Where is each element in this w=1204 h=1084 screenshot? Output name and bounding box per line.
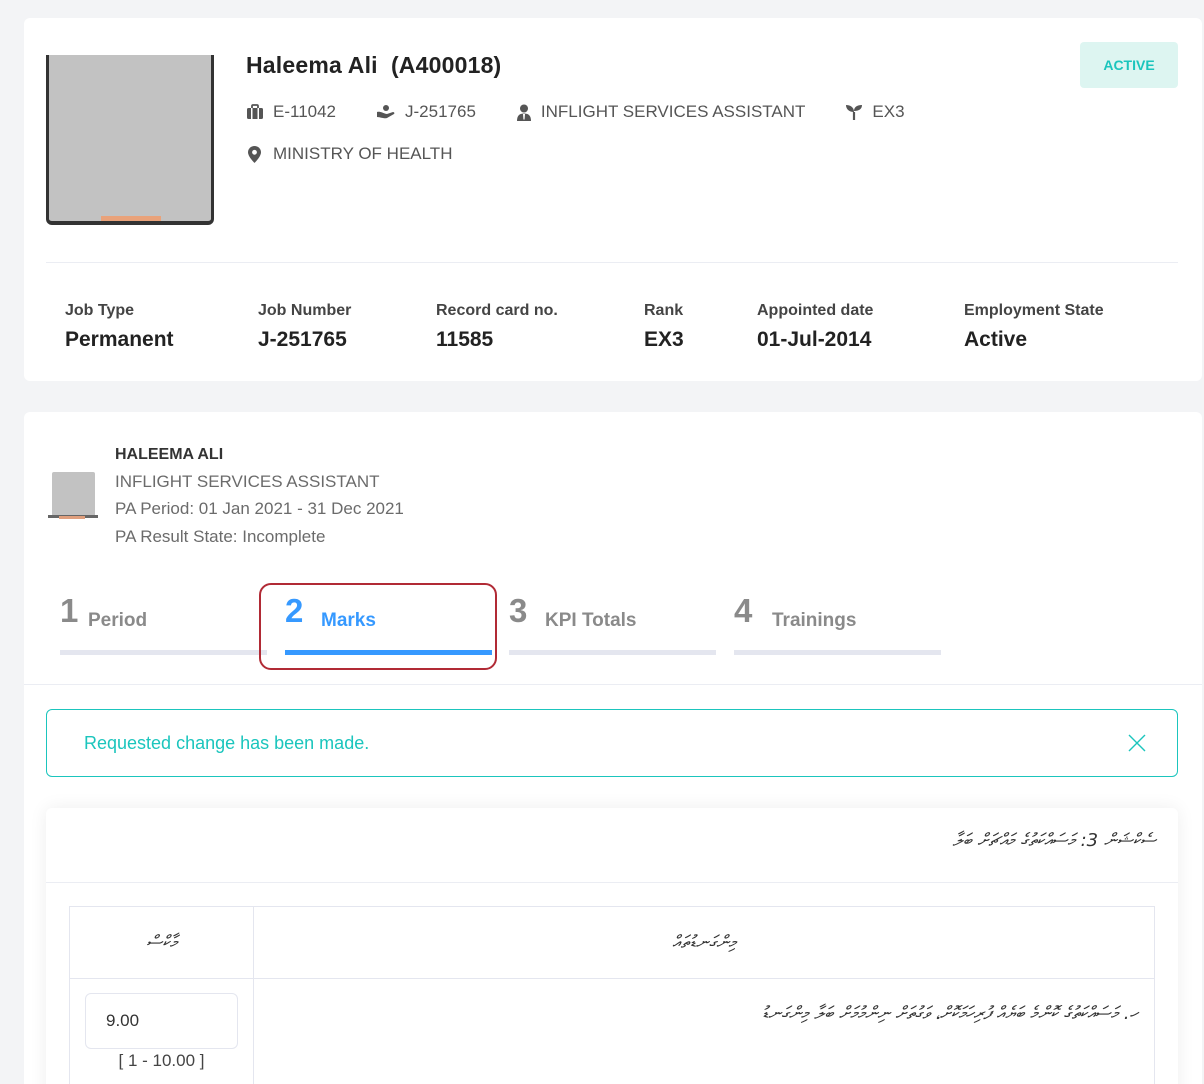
info-label: Job Number bbox=[258, 302, 352, 319]
pa-designation: INFLIGHT SERVICES ASSISTANT bbox=[115, 472, 380, 491]
info-job-number: Job Number J-251765 bbox=[258, 302, 351, 352]
step-indicator bbox=[509, 650, 716, 655]
grade: EX3 bbox=[845, 102, 905, 122]
marks-range: [ 1 - 10.00 ] bbox=[118, 1051, 205, 1070]
column-header-marks: މާކްސް bbox=[69, 906, 254, 979]
employee-id: (A400018) bbox=[390, 52, 502, 78]
column-header-criteria: މިންގަނޑުތައް bbox=[253, 906, 1155, 979]
info-label: Appointed date bbox=[757, 302, 874, 319]
info-appointed-date: Appointed date 01-Jul-2014 bbox=[757, 302, 873, 352]
divider bbox=[46, 882, 1178, 883]
step-kpi-totals[interactable]: 3 KPI Totals bbox=[509, 592, 716, 656]
seedling-icon bbox=[846, 105, 863, 120]
marks-input[interactable] bbox=[85, 993, 238, 1049]
close-icon[interactable] bbox=[1127, 733, 1147, 753]
step-label: Trainings bbox=[772, 610, 857, 631]
briefcase-icon bbox=[247, 104, 263, 119]
info-label: Record card no. bbox=[436, 302, 558, 319]
pa-avatar bbox=[52, 472, 95, 518]
info-value: Active bbox=[964, 328, 1028, 351]
designation-text: INFLIGHT SERVICES ASSISTANT bbox=[540, 102, 806, 121]
profile-photo bbox=[46, 55, 214, 225]
marks-panel: ސެކްޝަން 3: މަސައްކަތުގެ މައްޗަށް ބަލާ މ… bbox=[46, 808, 1178, 1084]
map-marker-icon bbox=[248, 145, 261, 163]
employee-number: E-11042 bbox=[246, 102, 336, 122]
info-label: Employment State bbox=[964, 302, 1104, 319]
step-indicator bbox=[60, 650, 267, 655]
status-badge: ACTIVE bbox=[1080, 42, 1178, 88]
info-value: Permanent bbox=[65, 328, 174, 351]
highlight-annotation bbox=[259, 583, 497, 670]
divider bbox=[24, 684, 1202, 685]
pa-result-state: PA Result State: Incomplete bbox=[115, 527, 326, 546]
pa-avatar-detail bbox=[59, 516, 85, 519]
user-tie-icon bbox=[516, 104, 531, 121]
employee-name-text: Haleema Ali bbox=[246, 52, 378, 78]
step-period[interactable]: 1 Period bbox=[60, 592, 267, 656]
info-rank: Rank EX3 bbox=[644, 302, 684, 352]
divider bbox=[46, 262, 1178, 263]
pa-period: PA Period: 01 Jan 2021 - 31 Dec 2021 bbox=[115, 499, 404, 518]
info-label: Rank bbox=[644, 302, 684, 319]
employee-meta: E-11042 J-251765 INFLIGHT SERVICES ASSIS… bbox=[246, 102, 945, 122]
marks-table: މާކްސް މިންގަނޑުތައް [ 1 - 10.00 ] ހ. މަ… bbox=[69, 906, 1155, 1084]
office: MINISTRY OF HEALTH bbox=[248, 144, 452, 164]
info-record-card: Record card no. 11585 bbox=[436, 302, 558, 352]
step-number: 1 bbox=[60, 592, 79, 629]
info-value: EX3 bbox=[644, 328, 684, 351]
step-indicator bbox=[734, 650, 941, 655]
grade-text: EX3 bbox=[872, 102, 905, 121]
info-employment-state: Employment State Active bbox=[964, 302, 1104, 352]
step-trainings[interactable]: 4 Trainings bbox=[734, 592, 941, 656]
criteria-text: ހ. މަސައްކަތުގެ ކޮންމެ ބަޔެއް ފުރިހަމަކޮ… bbox=[253, 978, 1155, 1084]
info-value: 11585 bbox=[436, 328, 494, 351]
office-text: MINISTRY OF HEALTH bbox=[273, 144, 453, 163]
step-number: 3 bbox=[509, 592, 528, 629]
alert-message: Requested change has been made. bbox=[84, 732, 370, 753]
step-label: Period bbox=[88, 610, 148, 631]
info-label: Job Type bbox=[65, 302, 135, 319]
job-number: J-251765 bbox=[376, 102, 476, 122]
profile-card: Haleema Ali (A400018) ACTIVE E-11042 J-2… bbox=[24, 18, 1202, 381]
section-title: ސެކްޝަން 3: މަސައްކަތުގެ މައްޗަށް ބަލާ bbox=[952, 830, 1156, 851]
job-number-text: J-251765 bbox=[405, 102, 476, 121]
info-value: 01-Jul-2014 bbox=[757, 328, 872, 351]
table-row: [ 1 - 10.00 ] ހ. މަސައްކަތުގެ ކޮންމެ ބަޔ… bbox=[69, 978, 1155, 1084]
step-number: 4 bbox=[734, 592, 753, 629]
employee-name: Haleema Ali (A400018) bbox=[246, 52, 501, 79]
hand-holding-icon bbox=[377, 105, 395, 119]
info-value: J-251765 bbox=[258, 328, 347, 351]
success-alert: Requested change has been made. bbox=[46, 709, 1178, 777]
pa-card: HALEEMA ALI INFLIGHT SERVICES ASSISTANT … bbox=[24, 412, 1202, 1084]
table-header-row: މާކްސް މިންގަނޑުތައް bbox=[69, 906, 1155, 979]
step-label: KPI Totals bbox=[545, 610, 637, 631]
info-job-type: Job Type Permanent bbox=[65, 302, 174, 352]
employee-number-text: E-11042 bbox=[273, 102, 337, 121]
pa-employee-name: HALEEMA ALI bbox=[115, 446, 224, 463]
designation: INFLIGHT SERVICES ASSISTANT bbox=[516, 102, 806, 122]
marks-cell: [ 1 - 10.00 ] bbox=[69, 978, 254, 1084]
